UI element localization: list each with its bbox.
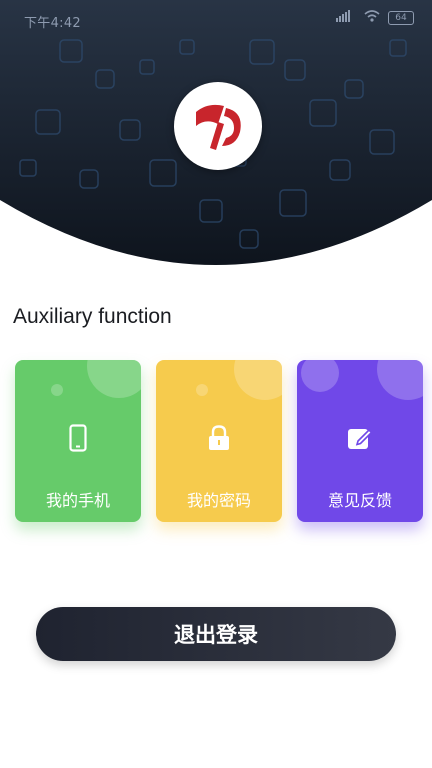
lock-icon: [205, 424, 233, 452]
card-label: 意见反馈: [327, 491, 392, 510]
brand-logo: [174, 82, 262, 170]
edit-icon: [346, 424, 374, 452]
card-feedback[interactable]: 意见反馈: [297, 360, 423, 522]
decor-bubble: [377, 360, 423, 400]
card-label: 我的手机: [45, 491, 110, 510]
wifi-icon: [364, 10, 380, 26]
logout-button[interactable]: 退出登录: [36, 607, 396, 661]
battery-level: 64: [395, 13, 407, 23]
status-bar: 下午4:42 64: [0, 0, 432, 38]
status-time: 下午4:42: [24, 16, 81, 31]
decor-bubble: [234, 360, 282, 400]
header-banner: 下午4:42 64: [0, 0, 432, 278]
card-label: 我的密码: [186, 491, 251, 510]
decor-bubble: [87, 360, 141, 398]
card-my-phone[interactable]: 我的手机: [15, 360, 141, 522]
decor-bubble: [196, 384, 208, 396]
battery-icon: 64: [388, 11, 414, 25]
decor-bubble: [301, 360, 339, 392]
card-my-password[interactable]: 我的密码: [156, 360, 282, 522]
status-icons: 64: [336, 10, 414, 26]
phone-icon: [64, 424, 92, 452]
signal-icon: [336, 10, 356, 26]
decor-bubble: [51, 384, 63, 396]
section-title: Auxiliary function: [13, 305, 172, 328]
